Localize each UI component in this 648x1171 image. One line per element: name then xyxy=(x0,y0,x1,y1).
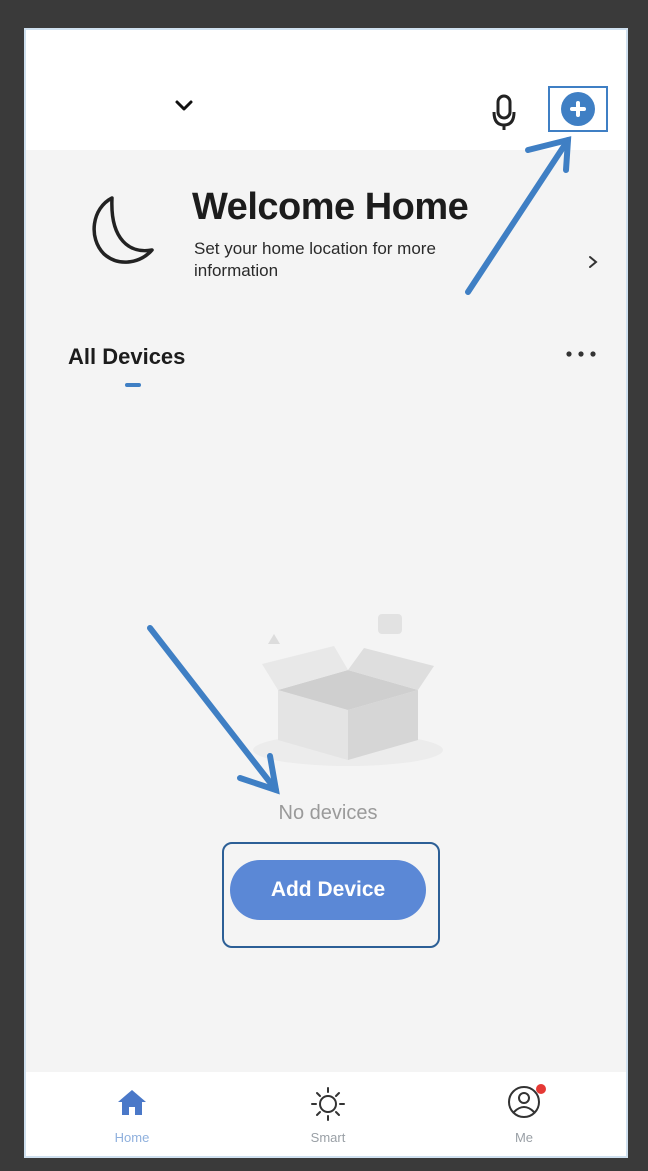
empty-state-text: No devices xyxy=(278,802,378,824)
app-screen: Welcome Home Set your home location for … xyxy=(24,28,628,1158)
tab-me[interactable]: Me xyxy=(484,1082,564,1152)
tab-smart[interactable]: Smart xyxy=(288,1082,368,1152)
more-dots-icon[interactable] xyxy=(564,348,598,360)
add-device-top-button[interactable] xyxy=(548,86,608,132)
active-tab-indicator xyxy=(125,383,141,387)
tab-label: Home xyxy=(114,1130,150,1145)
bottom-tab-bar: Home Smart Me xyxy=(26,1072,626,1156)
welcome-subtitle[interactable]: Set your home location for more informat… xyxy=(194,238,514,282)
plus-circle-icon xyxy=(561,92,595,126)
tab-all-devices[interactable]: All Devices xyxy=(68,344,185,370)
sun-icon xyxy=(311,1087,345,1121)
chevron-down-icon[interactable] xyxy=(172,96,196,116)
microphone-icon[interactable] xyxy=(489,92,519,132)
chevron-right-icon[interactable] xyxy=(586,252,600,272)
welcome-title: Welcome Home xyxy=(192,186,469,228)
notification-badge xyxy=(536,1084,546,1094)
tab-label: Smart xyxy=(310,1130,346,1145)
empty-box-illustration xyxy=(253,614,443,766)
home-icon xyxy=(118,1090,146,1115)
top-bar xyxy=(26,30,626,150)
add-device-button[interactable]: Add Device xyxy=(230,860,426,920)
moon-icon xyxy=(92,196,154,264)
tab-label: Me xyxy=(514,1130,534,1145)
tab-home[interactable]: Home xyxy=(92,1082,172,1152)
